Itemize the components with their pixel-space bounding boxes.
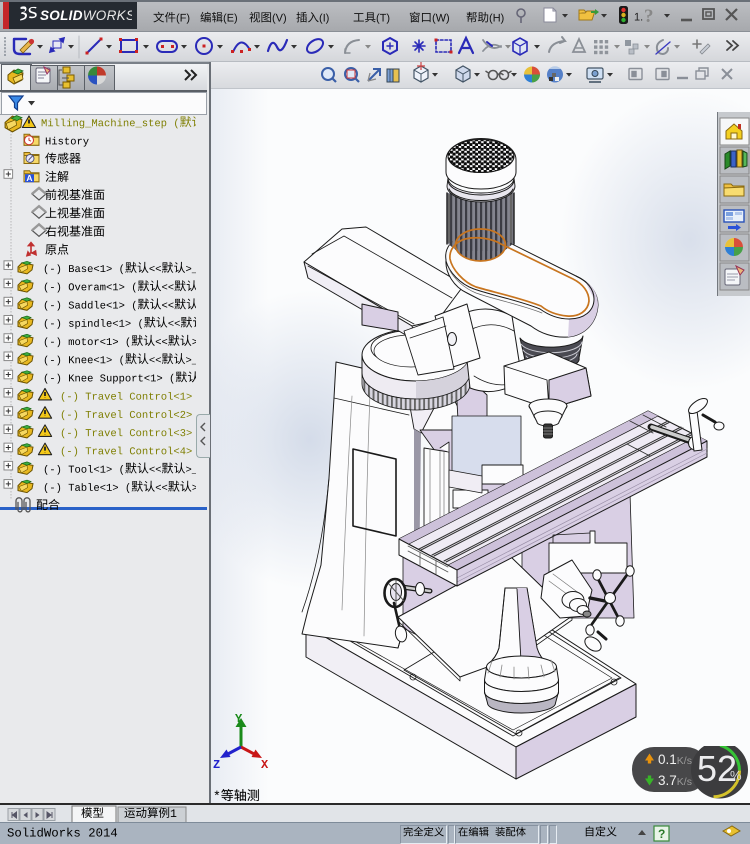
svg-text:X: X — [261, 758, 269, 772]
svg-text:%: % — [730, 768, 742, 783]
svg-text:0.1K/s: 0.1K/s — [658, 752, 692, 767]
svg-text:Z: Z — [213, 758, 220, 772]
svg-text:3.7K/s: 3.7K/s — [658, 773, 692, 788]
svg-text:?: ? — [644, 6, 654, 27]
svg-text:SOLIDWORKS: SOLIDWORKS — [40, 9, 132, 23]
svg-text:Y: Y — [235, 712, 243, 726]
svg-text:A: A — [26, 173, 32, 183]
